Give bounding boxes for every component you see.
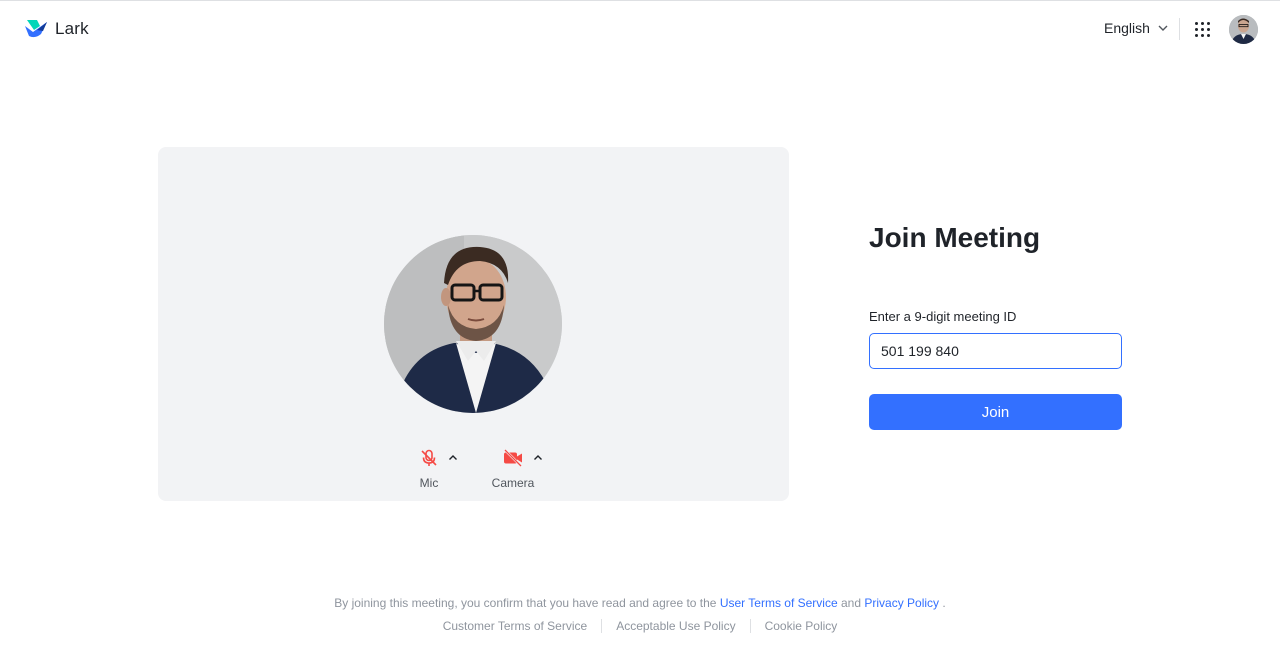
caret-up-icon[interactable] xyxy=(448,453,458,463)
acceptable-use-link[interactable]: Acceptable Use Policy xyxy=(602,619,749,633)
consent-prefix: By joining this meeting, you confirm tha… xyxy=(334,596,717,610)
mic-label: Mic xyxy=(419,476,439,490)
brand-name: Lark xyxy=(55,19,89,38)
customer-terms-link[interactable]: Customer Terms of Service xyxy=(429,619,602,633)
user-avatar[interactable] xyxy=(1229,15,1258,44)
privacy-policy-link[interactable]: Privacy Policy xyxy=(864,596,939,610)
preview-avatar xyxy=(384,235,562,413)
top-bar: Lark English xyxy=(0,1,1280,59)
camera-label: Camera xyxy=(491,476,535,490)
footer-links: Customer Terms of Service Acceptable Use… xyxy=(0,619,1280,633)
caret-up-icon[interactable] xyxy=(533,453,543,463)
brand-logo[interactable]: Lark xyxy=(23,18,89,40)
camera-control[interactable]: Camera xyxy=(492,449,543,490)
language-label: English xyxy=(1104,20,1150,36)
consent-text: By joining this meeting, you confirm tha… xyxy=(0,596,1280,610)
chevron-down-icon xyxy=(1158,25,1168,31)
user-terms-link[interactable]: User Terms of Service xyxy=(720,596,838,610)
meeting-id-label: Enter a 9-digit meeting ID xyxy=(869,309,1017,324)
lark-logo-icon xyxy=(25,20,47,38)
apps-grid-icon[interactable] xyxy=(1195,22,1210,37)
mic-off-icon[interactable] xyxy=(420,449,438,467)
mic-control[interactable]: Mic xyxy=(420,449,458,490)
cookie-policy-link[interactable]: Cookie Policy xyxy=(751,619,852,633)
meeting-id-input[interactable] xyxy=(869,333,1122,369)
consent-and: and xyxy=(840,596,862,610)
camera-off-icon[interactable] xyxy=(503,449,523,467)
video-preview-panel: Mic Camera xyxy=(158,147,789,501)
language-selector[interactable]: English xyxy=(1104,20,1168,36)
consent-period: . xyxy=(942,596,946,610)
page-title: Join Meeting xyxy=(869,222,1041,253)
join-button[interactable]: Join xyxy=(869,394,1122,430)
header-divider xyxy=(1179,18,1180,40)
